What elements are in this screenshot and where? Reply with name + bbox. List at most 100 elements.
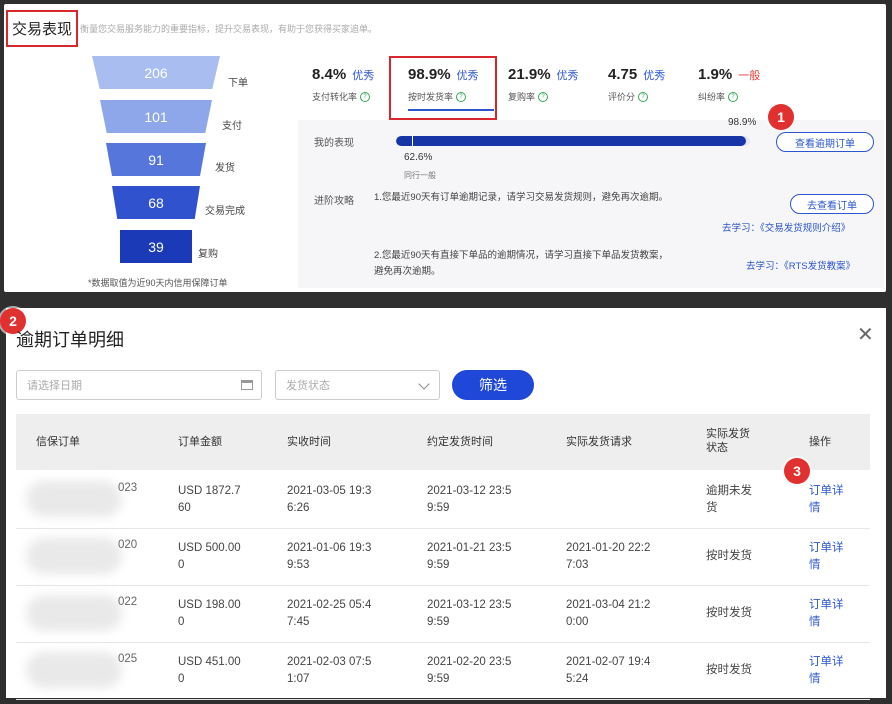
funnel-value: 206	[144, 64, 168, 81]
funnel-stage-complete: 68	[112, 186, 200, 219]
col-actual-request: 实际发货请求	[566, 436, 632, 448]
table-row: 023 USD 1872.7 60 2021-03-05 19:3 6:26 2021-0…	[16, 471, 870, 529]
order-detail-link[interactable]: 订单详情	[809, 483, 844, 517]
cell-line: 按时发货	[706, 550, 752, 562]
progress-fill	[396, 136, 747, 146]
cell-line: 7:45	[287, 616, 310, 628]
calendar-icon[interactable]	[241, 380, 253, 390]
order-id-tail: 025	[118, 653, 138, 665]
learn-prefix: 去学习：	[722, 223, 761, 234]
help-icon[interactable]: ?	[728, 91, 739, 102]
received-cell: 2021-02-03 07:5 1:07	[287, 654, 371, 688]
cell-line: 9:53	[287, 559, 310, 571]
shipping-status-select[interactable]: 发货状态	[275, 370, 440, 400]
learn-link-text[interactable]: 《交易发货规则介绍》	[760, 223, 850, 234]
annotation-badge-1: 1	[768, 104, 794, 130]
status-cell: 按时发货	[706, 605, 752, 622]
chevron-down-icon	[418, 378, 430, 390]
funnel-value: 101	[144, 108, 168, 125]
blurred-order-id	[26, 481, 122, 517]
trade-performance-panel: 交易表现 衡量您交易服务能力的重要指标，提升交易表现，有助于您获得买家追单。 2…	[4, 4, 886, 292]
cell-line: 6:26	[287, 502, 310, 514]
annotation-badge-3: 3	[784, 458, 810, 484]
metric-dispute-rate[interactable]: 1.9% 一般 纠纷率?	[698, 66, 760, 103]
col-action: 操作	[809, 436, 831, 448]
cell-line: 9:59	[427, 559, 450, 571]
close-icon[interactable]: ✕	[857, 322, 874, 347]
link-line: 情	[809, 673, 821, 685]
metric-name: 评价分	[608, 92, 636, 102]
my-value-label: 98.9%	[728, 117, 757, 128]
col-status-line: 状态	[706, 442, 728, 454]
order-detail-link[interactable]: 订单详情	[809, 597, 844, 631]
cell-line: 2021-01-20 22:2	[566, 542, 651, 554]
cell-line: 0	[178, 616, 185, 628]
peer-marker	[412, 136, 413, 146]
cell-line: 逾期未发	[706, 485, 752, 497]
order-detail-link[interactable]: 订单详情	[809, 654, 844, 688]
help-icon[interactable]: ?	[538, 91, 549, 102]
metric-value: 8.4%	[312, 66, 347, 83]
cell-line: USD 451.00	[178, 656, 241, 668]
received-cell: 2021-02-25 05:4 7:45	[287, 597, 371, 631]
amount-cell: USD 1872.7 60	[178, 483, 241, 517]
learn-prefix: 去学习：	[746, 261, 785, 272]
cell-line: 9:59	[427, 616, 450, 628]
funnel-stage-pay: 101	[100, 100, 212, 133]
filter-button[interactable]: 筛选	[452, 370, 534, 400]
performance-progress-bar	[396, 136, 750, 146]
funnel-stage-repurchase: 39	[120, 230, 192, 263]
metric-pay-conversion[interactable]: 8.4% 优秀 支付转化率?	[312, 66, 374, 103]
link-line: 情	[809, 616, 821, 628]
link-line: 情	[809, 502, 821, 514]
metric-name: 复购率	[508, 92, 536, 102]
actual-cell: 2021-02-07 19:4 5:24	[566, 654, 650, 688]
table-row: 022 USD 198.00 0 2021-02-25 05:4 7:45 2021-03…	[16, 585, 870, 643]
peer-value: 62.6%	[404, 152, 433, 163]
funnel-label: 下单	[228, 78, 248, 89]
cell-line: 2021-03-04 21:2	[566, 599, 651, 611]
view-orders-button[interactable]: 去查看订单	[790, 194, 874, 214]
metric-name: 支付转化率	[312, 92, 358, 102]
order-id-tail: 022	[118, 596, 138, 608]
promised-cell: 2021-02-20 23:5 9:59	[427, 654, 511, 688]
cell-line: 2021-02-25 05:4	[287, 599, 372, 611]
view-overdue-orders-button[interactable]: 查看逾期订单	[776, 132, 874, 152]
table-row: 020 USD 500.00 0 2021-01-06 19:3 9:53 2021-01…	[16, 528, 870, 586]
learn-link-shipping-rules[interactable]: 去学习：《交易发货规则介绍》	[722, 220, 850, 234]
metric-grade: 优秀	[643, 70, 666, 82]
link-line: 订单详	[809, 656, 844, 668]
metric-value: 4.75	[608, 66, 638, 83]
funnel-value: 91	[148, 151, 164, 168]
modal-title: 逾期订单明细	[16, 330, 124, 350]
cell-line: 60	[178, 502, 191, 514]
metric-grade: 优秀	[352, 70, 375, 82]
learn-link-rts[interactable]: 去学习：《RTS发货教案》	[746, 258, 855, 272]
learn-link-text[interactable]: 《RTS发货教案》	[784, 261, 855, 272]
my-performance-label: 我的表现	[314, 138, 354, 149]
date-picker-input[interactable]: 请选择日期	[16, 370, 262, 400]
cell-line: 0:00	[566, 616, 589, 628]
col-status: 实际发货 状态	[706, 427, 750, 455]
actual-cell: 2021-03-04 21:2 0:00	[566, 597, 650, 631]
cell-line: 货	[706, 502, 718, 514]
metric-repurchase[interactable]: 21.9% 优秀 复购率?	[508, 66, 579, 103]
cell-line: 按时发货	[706, 664, 752, 676]
funnel-label: 发货	[215, 163, 235, 174]
cell-line: 0	[178, 673, 185, 685]
date-placeholder: 请选择日期	[27, 380, 82, 392]
help-icon[interactable]: ?	[638, 91, 649, 102]
col-amount: 订单金额	[178, 436, 222, 448]
section-subtitle: 衡量您交易服务能力的重要指标，提升交易表现，有助于您获得买家追单。	[80, 24, 378, 34]
col-promised: 约定发货时间	[427, 436, 493, 448]
col-status-line: 实际发货	[706, 428, 750, 440]
blurred-order-id	[26, 538, 122, 574]
funnel-note: *数据取值为近90天内信用保障订单	[88, 278, 228, 288]
cell-line: 2021-02-03 07:5	[287, 656, 372, 668]
cell-line: USD 198.00	[178, 599, 241, 611]
order-id-tail: 020	[118, 539, 138, 551]
status-placeholder: 发货状态	[286, 380, 330, 392]
order-detail-link[interactable]: 订单详情	[809, 540, 844, 574]
metric-review-score[interactable]: 4.75 优秀 评价分?	[608, 66, 665, 103]
help-icon[interactable]: ?	[360, 91, 371, 102]
